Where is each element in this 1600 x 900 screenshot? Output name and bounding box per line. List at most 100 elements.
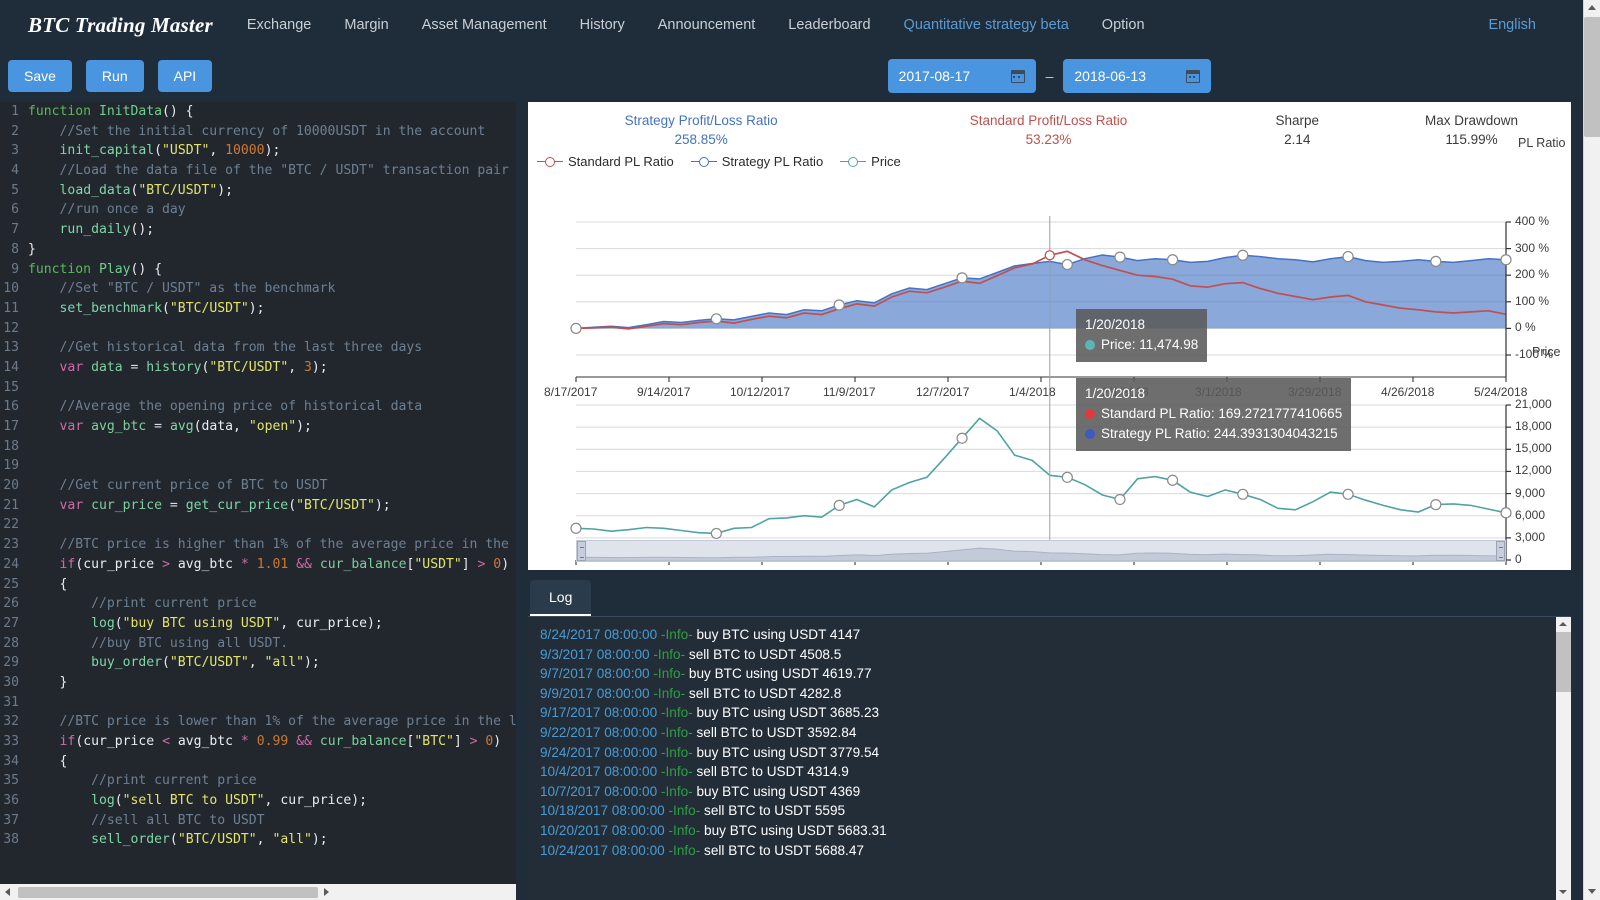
scroll-down-arrow-icon[interactable] — [1584, 883, 1600, 900]
start-date-field[interactable]: 2017-08-17 — [888, 59, 1036, 93]
code-text: //Average the opening price of historica… — [28, 397, 422, 417]
log-level: -Info- — [661, 705, 697, 720]
code-line: 22 — [0, 515, 516, 535]
log-message: buy BTC using USDT 4147 — [696, 627, 860, 642]
code-text: init_capital("USDT", 10000); — [28, 141, 280, 161]
scroll-up-arrow-icon[interactable] — [1584, 0, 1600, 17]
code-line: 31 — [0, 693, 516, 713]
price-tick-label: 9,000 — [1515, 486, 1545, 500]
code-line: 17 var avg_btc = avg(data, "open"); — [0, 417, 516, 437]
pl-ratio-tick-label: 100 % — [1515, 294, 1549, 308]
run-button[interactable]: Run — [86, 60, 144, 92]
log-timestamp: 9/24/2017 08:00:00 — [540, 745, 661, 760]
editor-horizontal-scrollbar[interactable] — [0, 884, 516, 900]
code-text: sell_order("BTC/USDT", "all"); — [28, 830, 328, 850]
log-scrollbar-thumb[interactable] — [1556, 632, 1571, 692]
code-text: run_daily(); — [28, 220, 154, 240]
code-line: 15 — [0, 378, 516, 398]
line-number: 20 — [0, 476, 28, 496]
main-area: Save Run API 1function InitData() {2 //S… — [0, 50, 1583, 900]
range-slider-right-handle[interactable] — [1496, 541, 1505, 561]
line-number: 24 — [0, 555, 28, 575]
chart-range-slider[interactable] — [576, 540, 1506, 562]
price-tick-label: 6,000 — [1515, 508, 1545, 522]
code-line: 30 } — [0, 673, 516, 693]
code-line: 6 //run once a day — [0, 200, 516, 220]
line-number: 21 — [0, 496, 28, 516]
log-line: 9/24/2017 08:00:00 -Info- buy BTC using … — [540, 743, 1571, 763]
line-number: 28 — [0, 634, 28, 654]
xaxis-tick-label-top: 1/4/2018 — [1009, 385, 1056, 399]
calendar-icon[interactable] — [1011, 70, 1025, 83]
line-number: 32 — [0, 712, 28, 732]
nav-link-announcement[interactable]: Announcement — [658, 17, 756, 33]
line-number: 35 — [0, 771, 28, 791]
calendar-icon[interactable] — [1186, 70, 1200, 83]
log-scrollbar[interactable] — [1556, 617, 1571, 900]
nav-link-quantitative-strategy[interactable]: Quantitative strategy beta — [904, 17, 1069, 33]
range-slider-left-handle[interactable] — [577, 541, 586, 561]
price-tick-label: 3,000 — [1515, 530, 1545, 544]
nav-link-margin[interactable]: Margin — [344, 17, 388, 33]
code-line: 27 log("buy BTC using USDT", cur_price); — [0, 614, 516, 634]
code-text: } — [28, 673, 67, 693]
log-output[interactable]: 8/24/2017 08:00:00 -Info- buy BTC using … — [528, 616, 1571, 900]
line-number: 8 — [0, 240, 28, 260]
log-level: -Info- — [661, 764, 697, 779]
xaxis-tick-label-top: 9/14/2017 — [637, 385, 690, 399]
line-number: 6 — [0, 200, 28, 220]
code-editor[interactable]: 1function InitData() {2 //Set the initia… — [0, 102, 516, 900]
line-number: 19 — [0, 456, 28, 476]
page-scrollbar-thumb[interactable] — [1584, 17, 1600, 137]
log-level: -Info- — [661, 784, 697, 799]
nav-link-asset-management[interactable]: Asset Management — [422, 17, 547, 33]
xaxis-tick-label-bottom: 2/1/2018 — [1102, 568, 1149, 570]
line-number: 37 — [0, 811, 28, 831]
code-line: 13 //Get historical data from the last t… — [0, 338, 516, 358]
save-button[interactable]: Save — [8, 60, 72, 92]
log-line: 9/17/2017 08:00:00 -Info- buy BTC using … — [540, 703, 1571, 723]
log-line: 10/20/2017 08:00:00 -Info- buy BTC using… — [540, 821, 1571, 841]
log-level: -Info- — [669, 803, 705, 818]
tab-log[interactable]: Log — [530, 580, 591, 616]
code-line: 18 — [0, 437, 516, 457]
log-message: sell BTC to USDT 4282.8 — [689, 686, 841, 701]
xaxis-tick-label-top: 4/26/2018 — [1381, 385, 1434, 399]
log-message: sell BTC to USDT 3592.84 — [696, 725, 856, 740]
log-scroll-down-arrow-icon[interactable] — [1556, 885, 1571, 900]
line-number: 14 — [0, 358, 28, 378]
pl-ratio-tick-label: -100 % — [1515, 347, 1553, 361]
xaxis-tick-label-bottom: 4/26/2018 — [1381, 568, 1434, 570]
nav-link-history[interactable]: History — [580, 17, 625, 33]
log-message: buy BTC using USDT 5683.31 — [704, 823, 887, 838]
code-text: //Set "BTC / USDT" as the benchmark — [28, 279, 335, 299]
xaxis-tick-label-bottom: 11/9/2017 — [823, 568, 876, 570]
code-text: { — [28, 752, 67, 772]
api-button[interactable]: API — [158, 60, 213, 92]
line-number: 34 — [0, 752, 28, 772]
log-line: 9/7/2017 08:00:00 -Info- buy BTC using U… — [540, 664, 1571, 684]
log-level: -Info- — [653, 666, 689, 681]
language-selector[interactable]: English — [1488, 17, 1536, 33]
pl-ratio-tick-label: 0 % — [1515, 320, 1536, 334]
scroll-left-arrow-icon[interactable] — [0, 884, 16, 900]
editor-hscroll-thumb[interactable] — [18, 887, 318, 898]
xaxis-tick-label-bottom: 8/17/2017 — [544, 568, 597, 570]
code-text: function Play() { — [28, 260, 162, 280]
page-scrollbar[interactable] — [1583, 0, 1600, 900]
scroll-right-arrow-icon[interactable] — [318, 884, 334, 900]
line-number: 29 — [0, 653, 28, 673]
end-date-field[interactable]: 2018-06-13 — [1063, 59, 1211, 93]
xaxis-tick-label-bottom: 5/24/2018 — [1474, 568, 1527, 570]
pl-ratio-tick-label: 200 % — [1515, 267, 1549, 281]
log-scroll-up-arrow-icon[interactable] — [1556, 617, 1571, 632]
code-line: 38 sell_order("BTC/USDT", "all"); — [0, 830, 516, 850]
nav-link-exchange[interactable]: Exchange — [247, 17, 312, 33]
nav-link-option[interactable]: Option — [1102, 17, 1145, 33]
top-navbar: BTC Trading Master Exchange Margin Asset… — [0, 0, 1600, 50]
code-text: //print current price — [28, 594, 257, 614]
log-line: 9/9/2017 08:00:00 -Info- sell BTC to USD… — [540, 684, 1571, 704]
nav-link-leaderboard[interactable]: Leaderboard — [788, 17, 870, 33]
backtest-chart-panel[interactable]: Strategy Profit/Loss Ratio 258.85% Stand… — [528, 102, 1571, 570]
code-text: //Set the initial currency of 10000USDT … — [28, 122, 485, 142]
